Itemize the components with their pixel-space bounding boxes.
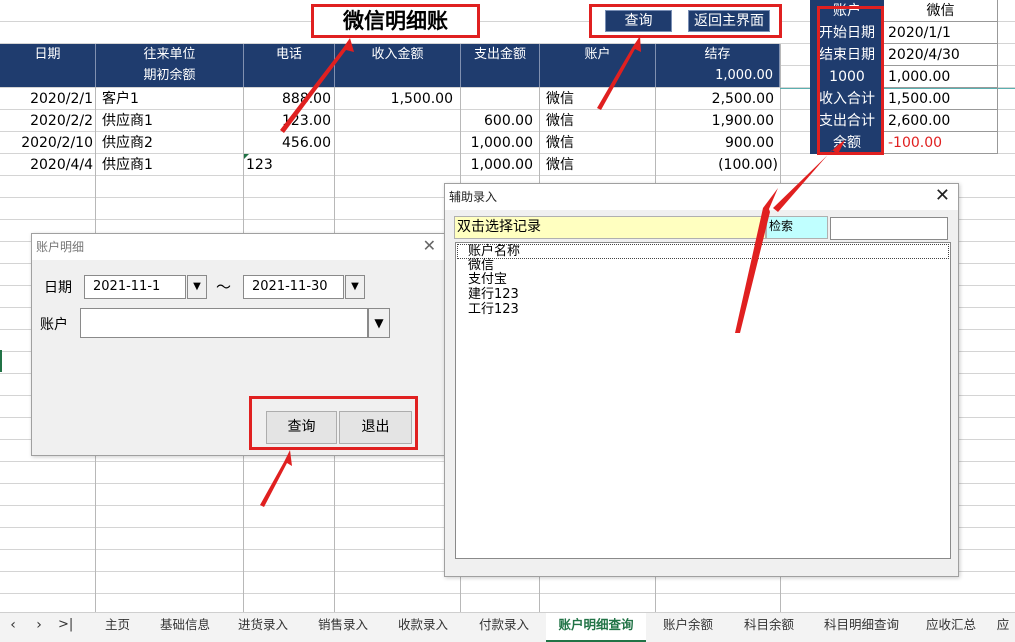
tab-receipt-entry[interactable]: 收款录入 (388, 613, 458, 642)
arrow-to-summary (735, 188, 778, 333)
arrow-to-dialog-buttons (260, 450, 292, 507)
tab-overflow[interactable]: 应 (992, 613, 1014, 642)
tab-account-detail[interactable]: 账户明细查询 (546, 613, 646, 642)
tab-sales-entry[interactable]: 销售录入 (308, 613, 378, 642)
tab-basic-info[interactable]: 基础信息 (150, 613, 220, 642)
tab-subject-balance[interactable]: 科目余额 (733, 613, 805, 642)
tab-scroll-left-icon[interactable]: ‹ (6, 613, 20, 642)
sheet-tab-bar: ‹ › >| 主页 基础信息 进货录入 销售录入 收款录入 付款录入 账户明细查… (0, 612, 1015, 642)
annotation-arrows (260, 36, 845, 507)
tab-scroll-end-icon[interactable]: >| (58, 613, 73, 642)
tab-purchase-entry[interactable]: 进货录入 (228, 613, 298, 642)
tab-payment-entry[interactable]: 付款录入 (468, 613, 540, 642)
tab-subject-detail[interactable]: 科目明细查询 (814, 613, 909, 642)
tab-home[interactable]: 主页 (90, 613, 145, 642)
tab-scroll-right-icon[interactable]: › (32, 613, 46, 642)
tab-account-balance[interactable]: 账户余额 (652, 613, 724, 642)
tab-receivable-summary[interactable]: 应收汇总 (916, 613, 986, 642)
arrow-to-summary-labels (773, 140, 845, 212)
arrow-to-query-button (597, 36, 641, 110)
arrow-to-title (280, 38, 354, 133)
